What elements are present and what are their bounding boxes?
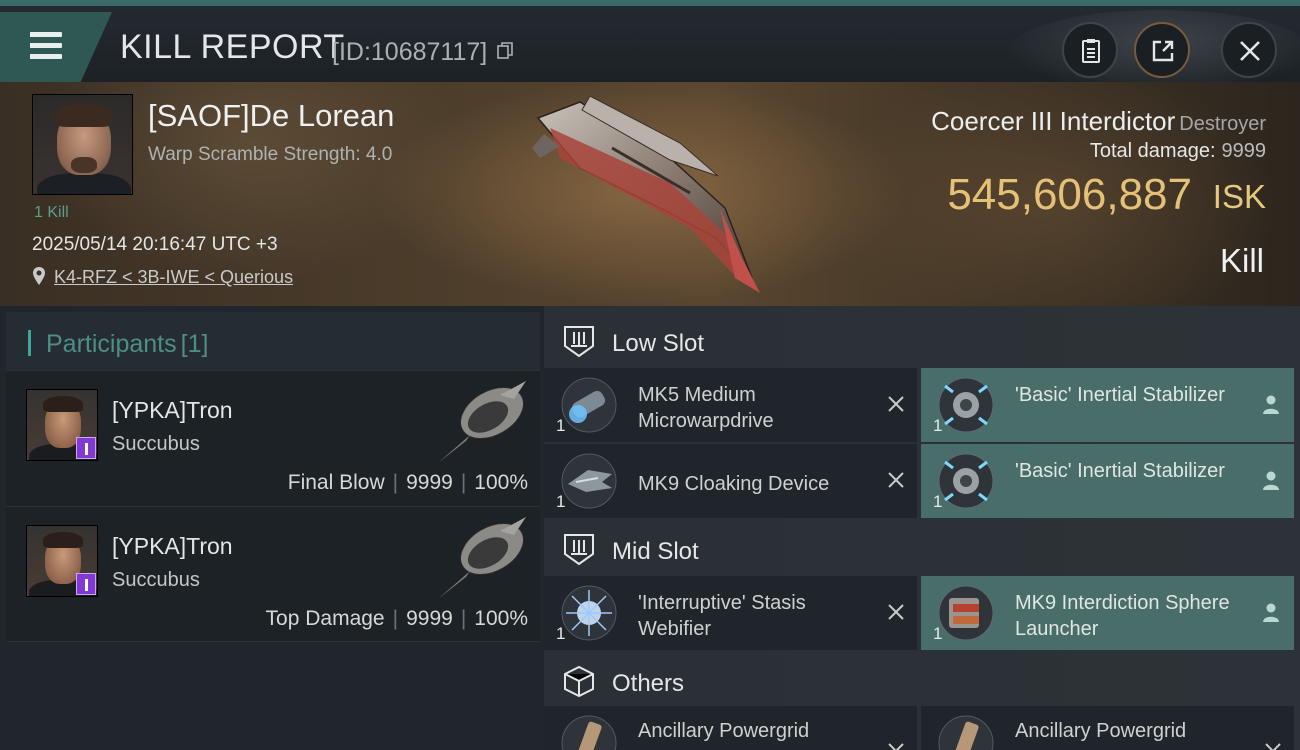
low-slot-label: Low Slot — [612, 330, 705, 357]
isk-unit: ISK — [1212, 178, 1266, 215]
participants-count: [1] — [180, 330, 209, 358]
kill-datetime: 2025/05/14 20:16:47 UTC +3 — [32, 234, 278, 255]
menu-button[interactable] — [0, 12, 112, 82]
warp-scramble-strength: Warp Scramble Strength: 4.0 — [148, 144, 393, 165]
participant-damage: 9999 — [406, 471, 453, 494]
victim-ship[interactable]: Coercer III Interdictor Destroyer — [931, 106, 1266, 137]
participants-panel: Participants [1] [YPKA]Tron Succubus Fina… — [0, 306, 544, 750]
module-name: Ancillary Powergrid — [638, 720, 810, 742]
participant-damage: 9999 — [406, 607, 453, 630]
mid-slot-label: Mid Slot — [612, 538, 699, 565]
module-item[interactable]: 1 MK9 Interdiction Sphere Launcher — [921, 576, 1294, 650]
participant-role: Final Blow — [287, 471, 385, 494]
destroyed-x-icon — [1265, 743, 1281, 750]
total-damage-value: 9999 — [1221, 140, 1267, 162]
module-qty: 1 — [933, 492, 943, 511]
module-item[interactable]: Ancillary Powergrid — [921, 706, 1294, 750]
location-pin-icon — [33, 267, 45, 285]
total-damage: Total damage: 9999 — [1090, 140, 1266, 163]
low-slot-icon — [564, 326, 594, 358]
share-icon — [1152, 40, 1174, 62]
module-item[interactable]: 1 'Basic' Inertial Stabilizer — [921, 444, 1294, 518]
participant-name[interactable]: [YPKA]Tron — [112, 397, 233, 424]
destroyed-x-icon — [888, 396, 904, 412]
module-item[interactable]: 1 'Basic' Inertial Stabilizer — [921, 368, 1294, 442]
participant-name[interactable]: [YPKA]Tron — [112, 533, 233, 560]
module-item[interactable]: 1 MK9 Cloaking Device — [544, 444, 917, 518]
module-qty: 1 — [933, 624, 943, 643]
module-qty: 1 — [556, 416, 566, 435]
module-name: 'Basic' Inertial Stabilizer — [1015, 460, 1225, 482]
ancillary-powergrid-icon — [561, 715, 617, 750]
module-qty: 1 — [556, 624, 566, 643]
module-name: 'Basic' Inertial Stabilizer — [1015, 384, 1225, 406]
share-button[interactable] — [1134, 22, 1190, 78]
module-name: 'Interruptive' Stasis Webifier — [638, 592, 806, 640]
interdiction-sphere-launcher-icon — [938, 585, 994, 641]
victim-ship-image — [532, 95, 760, 293]
participant-ship-image[interactable] — [430, 375, 536, 467]
inertial-stabilizer-icon — [938, 377, 994, 433]
fitting-panel: Low Slot 1 MK5 Medium Microwarpdrive 1 '… — [544, 306, 1300, 750]
participant-ship-image[interactable] — [430, 511, 536, 603]
victim-ship-name: Coercer III Interdictor — [931, 106, 1176, 136]
dropped-person-icon — [1263, 471, 1279, 490]
mid-slot-header: Mid Slot — [544, 518, 1300, 580]
victim-summary: [SAOF]De Lorean Warp Scramble Strength: … — [0, 82, 1300, 306]
isk-value: 545,606,887 — [947, 170, 1192, 219]
report-id: [ID:10687117] — [332, 38, 488, 66]
corp-badge-icon — [76, 573, 96, 595]
low-slot-header: Low Slot — [544, 310, 1300, 372]
module-item[interactable]: Ancillary Powergrid — [544, 706, 917, 750]
dropped-person-icon — [1263, 395, 1279, 414]
module-name: MK9 Cloaking Device — [638, 473, 830, 495]
inertial-stabilizer-icon — [938, 453, 994, 509]
mid-slot-icon — [564, 534, 594, 566]
location-link[interactable]: K4-RFZ < 3B-IWE < Querious — [54, 267, 293, 288]
participants-label: Participants — [46, 330, 177, 358]
result-label: Kill — [1219, 242, 1264, 279]
participants-header: Participants [1] — [6, 312, 540, 370]
participant-row[interactable]: [YPKA]Tron Succubus Top Damage | 9999 | 100% — [6, 506, 540, 642]
stasis-webifier-icon — [561, 585, 617, 641]
cube-icon — [564, 665, 594, 698]
kill-count: 1 Kill — [34, 204, 69, 221]
destroyed-x-icon — [888, 472, 904, 488]
participant-percent: 100% — [474, 607, 528, 630]
total-damage-label: Total damage: — [1089, 140, 1216, 162]
module-qty: 1 — [933, 416, 943, 435]
victim-name[interactable]: [SAOF]De Lorean — [148, 98, 394, 134]
microwarpdrive-icon — [561, 377, 617, 433]
participant-ship: Succubus — [112, 433, 200, 455]
module-name: MK5 Medium Microwarpdrive — [638, 384, 774, 432]
close-icon — [1240, 41, 1260, 61]
participant-role: Top Damage — [265, 607, 385, 630]
participant-percent: 100% — [474, 471, 528, 494]
participant-ship: Succubus — [112, 569, 200, 591]
destroyed-x-icon — [888, 604, 904, 620]
participant-stats: Final Blow | 9999 | 100% — [287, 471, 528, 494]
corp-badge-icon — [76, 437, 96, 459]
close-button[interactable] — [1221, 22, 1277, 78]
ancillary-powergrid-icon — [938, 715, 994, 750]
module-item[interactable]: 1 'Interruptive' Stasis Webifier — [544, 576, 917, 650]
module-name: MK9 Interdiction Sphere Launcher — [1015, 592, 1230, 640]
victim-portrait[interactable] — [32, 94, 133, 195]
others-header: Others — [544, 650, 1300, 712]
module-qty: 1 — [556, 492, 566, 511]
module-name: Ancillary Powergrid — [1015, 720, 1187, 742]
clipboard-icon — [1082, 39, 1100, 63]
others-label: Others — [612, 670, 685, 697]
participant-stats: Top Damage | 9999 | 100% — [265, 607, 528, 630]
page-title: KILL REPORT — [120, 28, 345, 66]
participant-row[interactable]: [YPKA]Tron Succubus Final Blow | 9999 | 100% — [6, 370, 540, 506]
module-item[interactable]: 1 MK5 Medium Microwarpdrive — [544, 368, 917, 442]
header-bar: KILL REPORT [ID:10687117] — [0, 0, 1300, 90]
copy-icon[interactable] — [497, 42, 513, 60]
cloaking-device-icon — [561, 453, 617, 509]
victim-ship-class: Destroyer — [1179, 113, 1266, 135]
clipboard-button[interactable] — [1062, 22, 1118, 78]
dropped-person-icon — [1263, 603, 1279, 622]
destroyed-x-icon — [888, 743, 904, 750]
